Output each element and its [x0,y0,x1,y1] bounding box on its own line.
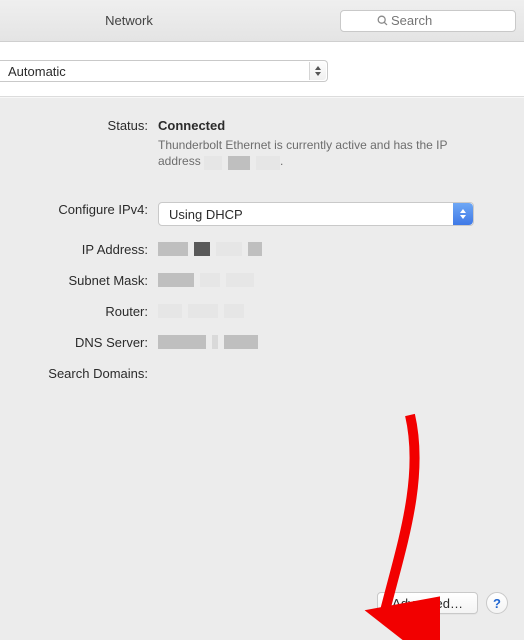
dns-server-row: DNS Server: [18,333,506,350]
help-button[interactable]: ? [486,592,508,614]
router-row: Router: [18,302,506,319]
configure-ipv4-selected: Using DHCP [169,207,243,222]
configure-ipv4-select[interactable]: Using DHCP [158,202,474,226]
search-domains-row: Search Domains: [18,364,506,381]
location-select-value: Automatic [8,64,66,79]
ip-address-row: IP Address: [18,240,506,257]
ip-address-value-redacted [158,240,506,256]
status-description: Thunderbolt Ethernet is currently active… [158,137,458,170]
router-value-redacted [158,302,506,318]
search-domains-value [158,364,506,366]
spacer [18,186,506,200]
search-input[interactable] [340,10,516,32]
status-desc-suffix: . [280,154,283,168]
status-value-block: Connected Thunderbolt Ethernet is curren… [158,116,506,170]
status-row: Status: Connected Thunderbolt Ethernet i… [18,116,506,170]
status-ip-redacted [204,154,280,170]
status-label: Status: [18,116,158,133]
router-label: Router: [18,302,158,319]
window-toolbar: Network [0,0,524,42]
search-domains-label: Search Domains: [18,364,158,381]
network-panel: Status: Connected Thunderbolt Ethernet i… [0,98,524,630]
updown-icon [453,203,473,225]
page-title: Network [0,13,198,28]
advanced-button-label: Advanced… [392,596,463,611]
status-desc-prefix: Thunderbolt Ethernet is currently active… [158,138,447,168]
dns-server-value-redacted [158,333,506,349]
status-value: Connected [158,118,506,133]
configure-ipv4-value: Using DHCP [158,200,506,226]
location-select[interactable]: Automatic [0,60,328,82]
configure-ipv4-row: Configure IPv4: Using DHCP [18,200,506,226]
configure-ipv4-label: Configure IPv4: [18,200,158,217]
subnet-mask-label: Subnet Mask: [18,271,158,288]
search-icon [376,14,390,28]
location-bar: Automatic [0,42,524,96]
dns-server-label: DNS Server: [18,333,158,350]
bottom-bar: Advanced… ? [377,592,508,614]
subnet-mask-value-redacted [158,271,506,287]
updown-icon [309,62,326,80]
advanced-button[interactable]: Advanced… [377,592,478,614]
search-field-wrap [340,10,516,32]
help-icon: ? [493,596,501,611]
subnet-mask-row: Subnet Mask: [18,271,506,288]
ip-address-label: IP Address: [18,240,158,257]
